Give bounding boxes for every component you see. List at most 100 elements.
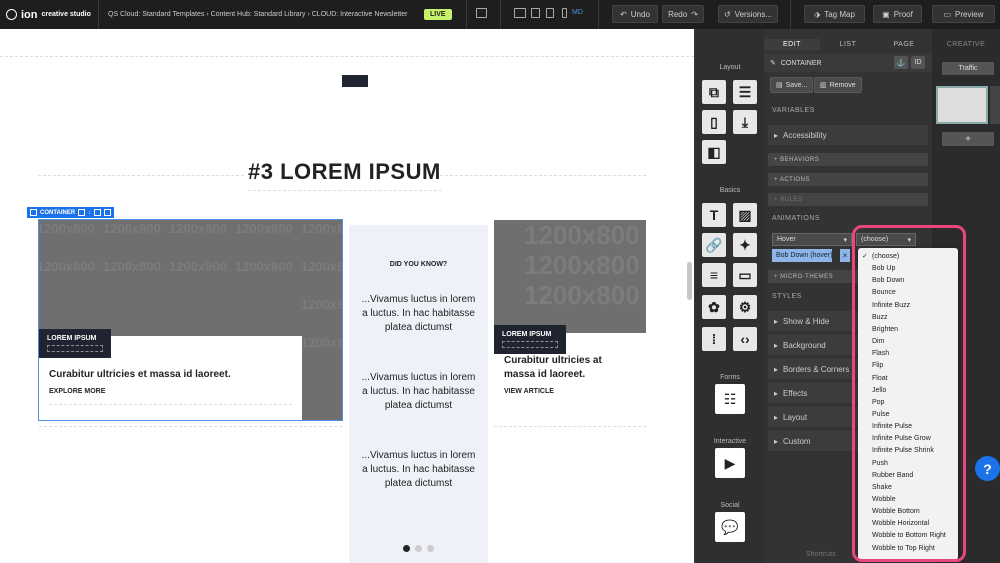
container-widget-icon[interactable]: ⧉ bbox=[702, 80, 726, 104]
actions-row[interactable]: + ACTIONS bbox=[768, 173, 928, 186]
behaviors-row[interactable]: + BEHAVIORS bbox=[768, 153, 928, 166]
rows-widget-icon[interactable]: ☰ bbox=[733, 80, 757, 104]
breadcrumb[interactable]: QS Cloud: Standard Templates › Content H… bbox=[108, 0, 407, 29]
dropdown-option[interactable]: Dim bbox=[858, 336, 958, 348]
tab-creative[interactable]: CREATIVE bbox=[932, 41, 1000, 48]
versions-button[interactable]: ↺ Versions... bbox=[718, 5, 778, 23]
chip-remove-icon[interactable]: × bbox=[840, 249, 850, 262]
logo[interactable]: ion creative studio bbox=[6, 0, 91, 29]
component-widget-icon[interactable]: ✿ bbox=[702, 295, 726, 319]
dropdown-option[interactable]: Bob Up bbox=[858, 263, 958, 275]
phone-icon[interactable] bbox=[562, 8, 567, 18]
columns-widget-icon[interactable]: ▯ bbox=[702, 110, 726, 134]
dropdown-option[interactable]: Rubber Band bbox=[858, 470, 958, 482]
page-canvas[interactable]: #3 LOREM IPSUM CONTAINER ↓ 1200x800 1200… bbox=[0, 29, 694, 563]
animation-chip[interactable]: Bob Down (hover) bbox=[772, 249, 833, 262]
rules-row[interactable]: + RULES bbox=[768, 193, 928, 206]
container-toolbar[interactable]: CONTAINER ↓ bbox=[27, 207, 115, 218]
dropdown-option[interactable]: Wobble to Bottom Right bbox=[858, 530, 958, 542]
editor-tabs: EDIT LIST PAGE bbox=[764, 39, 932, 50]
dropdown-option[interactable]: Bob Down bbox=[858, 275, 958, 287]
desktop-icon[interactable] bbox=[514, 8, 526, 18]
container-grid-icon[interactable] bbox=[94, 209, 102, 216]
tab-edit[interactable]: EDIT bbox=[764, 39, 820, 50]
redo-button[interactable]: Redo ↷ bbox=[662, 5, 704, 23]
list-widget-icon[interactable]: ≡ bbox=[702, 263, 726, 287]
dropdown-option[interactable]: Wobble bbox=[858, 494, 958, 506]
add-creative-button[interactable]: + bbox=[942, 132, 994, 146]
carousel-dot[interactable] bbox=[415, 545, 422, 552]
dropdown-option[interactable]: Brighten bbox=[858, 324, 958, 336]
save-button[interactable]: ▤ Save... bbox=[770, 77, 814, 93]
layout-toggle-icon[interactable] bbox=[476, 8, 487, 18]
card-image-placeholder[interactable]: 1200x800 1200x800 1200x800 bbox=[494, 220, 646, 333]
code-widget-icon[interactable]: ‹› bbox=[733, 327, 757, 351]
container-copy-icon[interactable] bbox=[78, 209, 86, 216]
animation-type-select[interactable]: (choose) ▾ bbox=[856, 233, 916, 246]
layer-widget-icon[interactable]: ⁞ bbox=[702, 327, 726, 351]
top-bar: ion creative studio QS Cloud: Standard T… bbox=[0, 0, 1000, 29]
container-down-icon[interactable]: ↓ bbox=[88, 210, 91, 216]
undo-button[interactable]: ↶ Undo bbox=[612, 5, 658, 23]
animation-dropdown-menu[interactable]: (choose)Bob UpBob DownBounceInfinite Buz… bbox=[858, 248, 958, 560]
preview-button[interactable]: ▭ Preview bbox=[932, 5, 995, 23]
id-button[interactable]: ID bbox=[911, 56, 925, 69]
dropdown-option[interactable]: (choose) bbox=[858, 251, 958, 263]
media-widget-icon[interactable]: ◧ bbox=[702, 140, 726, 164]
tab-list[interactable]: LIST bbox=[820, 39, 876, 50]
accessibility-row[interactable]: ▸ Accessibility bbox=[768, 125, 928, 145]
dropdown-option[interactable]: Wobble Horizontal bbox=[858, 518, 958, 530]
image-widget-icon[interactable]: ▨ bbox=[733, 203, 757, 227]
traffic-button[interactable]: Traffic bbox=[942, 62, 994, 75]
dropdown-option[interactable]: Flash bbox=[858, 348, 958, 360]
dropdown-option[interactable]: Wobble to Top Right bbox=[858, 543, 958, 555]
dropdown-option[interactable]: Infinite Buzz bbox=[858, 300, 958, 312]
tablet-landscape-icon[interactable] bbox=[531, 8, 540, 18]
dropdown-option[interactable]: Jello bbox=[858, 385, 958, 397]
breakpoint-label[interactable]: MD bbox=[572, 9, 583, 16]
tablet-icon[interactable] bbox=[546, 8, 554, 18]
dropdown-option[interactable]: Pop bbox=[858, 397, 958, 409]
header-button[interactable] bbox=[342, 75, 368, 87]
container-move-icon[interactable] bbox=[30, 209, 37, 216]
view-article-link[interactable]: VIEW ARTICLE bbox=[504, 388, 554, 395]
dropdown-option[interactable]: Bounce bbox=[858, 287, 958, 299]
proof-icon: ▣ bbox=[882, 9, 890, 19]
proof-button[interactable]: ▣ Proof bbox=[873, 5, 922, 23]
embed-widget-icon[interactable]: ▭ bbox=[733, 263, 757, 287]
quote-text: ...Vivamus luctus in lorem a luctus. In … bbox=[361, 372, 476, 411]
dropdown-option[interactable]: Shake bbox=[858, 482, 958, 494]
settings-widget-icon[interactable]: ⚙ bbox=[733, 295, 757, 319]
hotspot-widget-icon[interactable]: ✦ bbox=[733, 233, 757, 257]
dropdown-option[interactable]: Flip bbox=[858, 360, 958, 372]
creative-thumbnail-next[interactable] bbox=[990, 86, 1000, 124]
video-widget-icon[interactable]: ▶ bbox=[715, 448, 745, 478]
dropdown-option[interactable]: Infinite Pulse bbox=[858, 421, 958, 433]
link-widget-icon[interactable]: 🔗 bbox=[702, 233, 726, 257]
dropdown-option[interactable]: Float bbox=[858, 373, 958, 385]
creative-thumbnail[interactable] bbox=[936, 86, 988, 124]
form-widget-icon[interactable]: ☷ bbox=[715, 384, 745, 414]
shortcuts-link[interactable]: Shortcuts bbox=[806, 551, 836, 558]
tag-map-button[interactable]: ⬗ Tag Map bbox=[804, 5, 865, 23]
help-button[interactable]: ? bbox=[975, 456, 1000, 481]
canvas-scrollbar[interactable] bbox=[687, 262, 692, 300]
dropdown-option[interactable]: Wobble Bottom bbox=[858, 506, 958, 518]
carousel-dot[interactable] bbox=[427, 545, 434, 552]
dropdown-option[interactable]: Push bbox=[858, 458, 958, 470]
interactive-section-title: Interactive bbox=[713, 438, 747, 445]
comment-widget-icon[interactable]: 💬 bbox=[715, 512, 745, 542]
dropdown-option[interactable]: Infinite Pulse Grow bbox=[858, 433, 958, 445]
animation-trigger-select[interactable]: Hover ▾ bbox=[772, 233, 852, 246]
tab-page[interactable]: PAGE bbox=[876, 39, 932, 50]
container-delete-icon[interactable] bbox=[104, 209, 112, 216]
download-widget-icon[interactable]: ⤓ bbox=[733, 110, 757, 134]
anchor-icon[interactable]: ⚓ bbox=[894, 56, 908, 69]
text-widget-icon[interactable]: T bbox=[702, 203, 726, 227]
dropdown-option[interactable]: Buzz bbox=[858, 312, 958, 324]
remove-button[interactable]: ▥ Remove bbox=[814, 77, 862, 93]
dropdown-option[interactable]: Infinite Pulse Shrink bbox=[858, 445, 958, 457]
dropdown-option[interactable]: Pulse bbox=[858, 409, 958, 421]
explore-more-link[interactable]: EXPLORE MORE bbox=[49, 388, 105, 395]
carousel-dot-active[interactable] bbox=[403, 545, 410, 552]
